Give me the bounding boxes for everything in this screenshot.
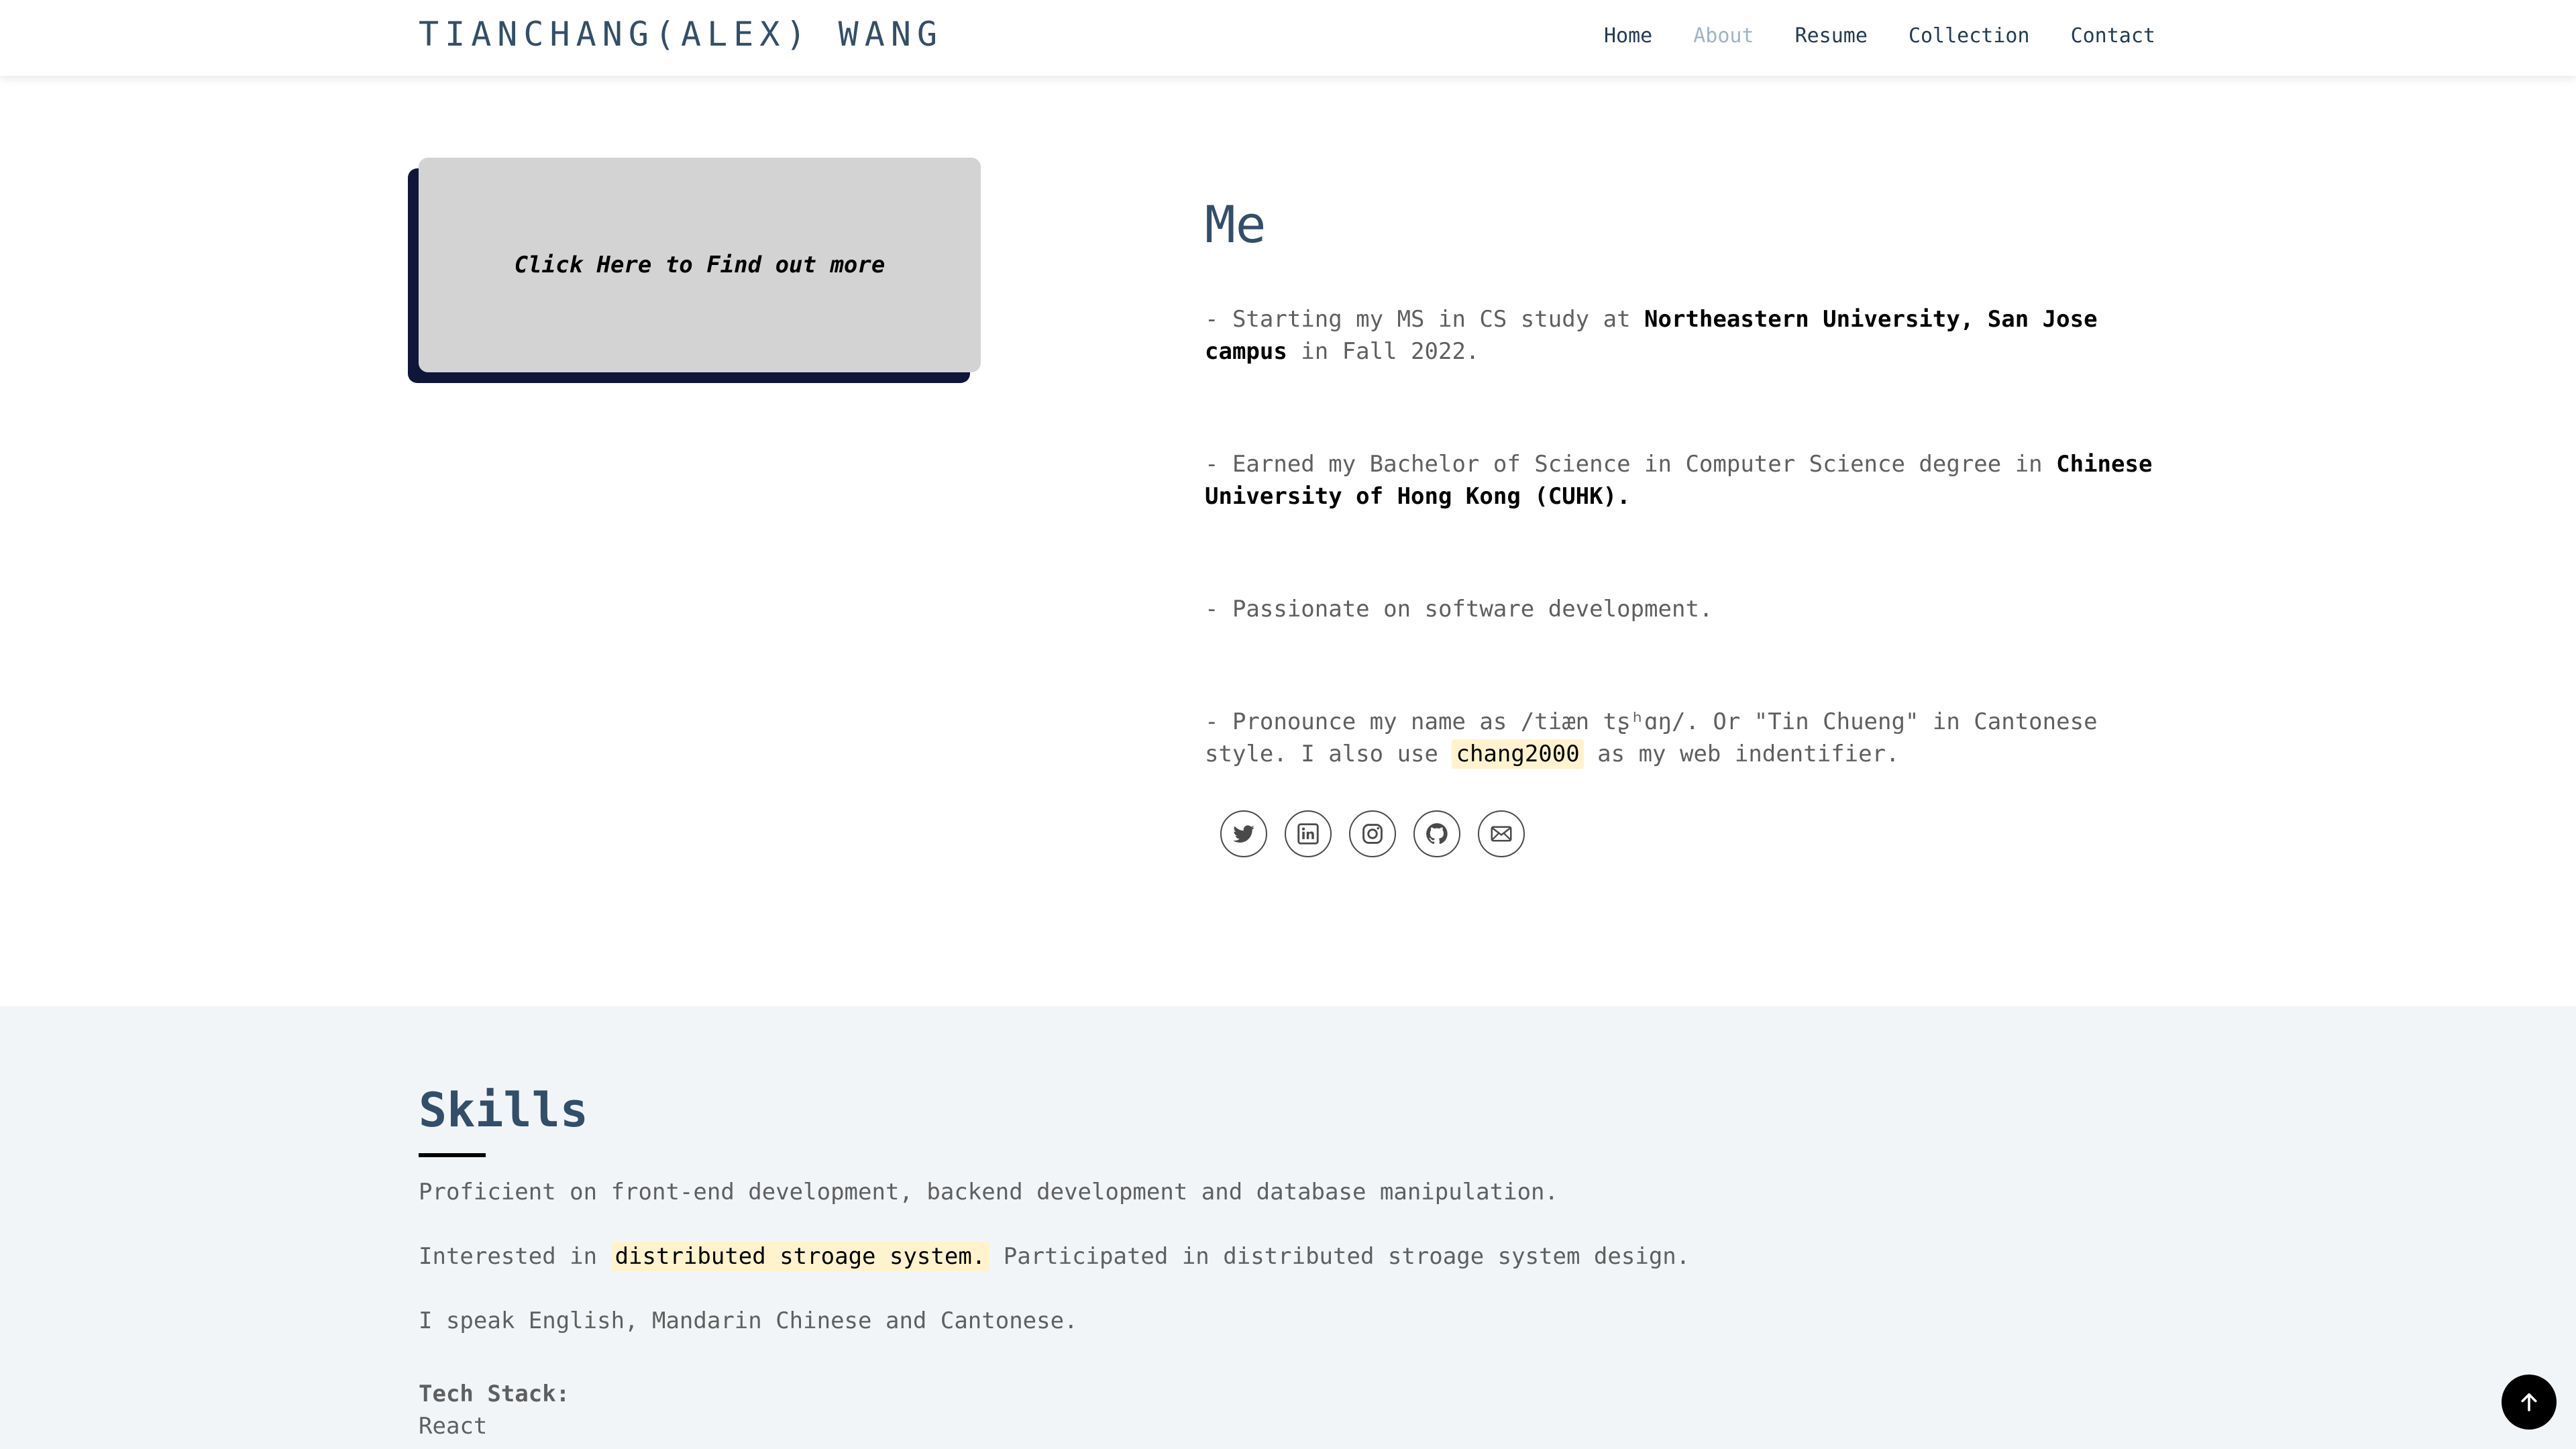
bio-text: - Earned my Bachelor of Science in Compu… [1205,451,2057,478]
skill-line-proficiency: Proficient on front-end development, bac… [419,1179,1558,1205]
instagram-icon [1362,824,1383,844]
bio-text: in Fall 2022. [1287,338,1480,365]
bio-item: - Earned my Bachelor of Science in Compu… [1205,448,2171,513]
nav-about[interactable]: About [1693,24,1754,48]
interest-highlight: distributed stroage system. [610,1242,990,1271]
profile-card-label: Click Here to Find out more [514,252,885,278]
bio-item: - Pronounce my name as /tiæn tʂʰɑŋ/. Or … [1205,706,2171,770]
skill-text: Participated in distributed stroage syst… [989,1243,1690,1270]
tech-stack-label: Tech Stack: [419,1381,570,1407]
bio-text: - Passionate on software development. [1205,596,1713,623]
profile-card-face[interactable]: Click Here to Find out more [419,158,981,372]
skills-title-underline [419,1153,486,1157]
skill-line-interests: Interested in distributed stroage system… [419,1242,1690,1271]
mail-icon [1491,826,1512,842]
email-link[interactable] [1478,810,1525,857]
nav-home[interactable]: Home [1604,24,1652,48]
bio-item: - Starting my MS in CS study at Northeas… [1205,303,2171,368]
instagram-link[interactable] [1349,810,1396,857]
bio-item: - Passionate on software development. [1205,593,2171,625]
skill-line-languages: I speak English, Mandarin Chinese and Ca… [419,1307,1078,1334]
about-title: Me [1205,195,1267,254]
main-nav: Home About Resume Collection Contact [1604,24,2155,48]
github-icon [1426,823,1448,845]
skill-text: Interested in [419,1243,611,1270]
skills-title: Skills [419,1083,588,1138]
skills-section [0,1006,2576,1449]
twitter-link[interactable] [1220,810,1267,857]
site-brand[interactable]: TIANCHANG(ALEX) WANG [419,15,943,54]
bio-text: as my web indentifier. [1583,741,1900,767]
github-link[interactable] [1413,810,1460,857]
web-identifier-highlight: chang2000 [1452,739,1584,769]
nav-contact[interactable]: Contact [2071,24,2155,48]
arrow-up-icon [2521,1393,2537,1411]
scroll-to-top-button[interactable] [2502,1375,2557,1430]
social-links [1220,810,1525,857]
site-header: TIANCHANG(ALEX) WANG Home About Resume C… [0,0,2576,76]
bio-text: - Starting my MS in CS study at [1205,306,1645,333]
profile-card[interactable]: Click Here to Find out more [408,158,981,383]
nav-resume[interactable]: Resume [1795,24,1868,48]
tech-stack-item: React [419,1413,488,1440]
linkedin-icon [1297,823,1319,845]
linkedin-link[interactable] [1285,810,1332,857]
twitter-icon [1233,825,1254,843]
nav-collection[interactable]: Collection [1909,24,2030,48]
